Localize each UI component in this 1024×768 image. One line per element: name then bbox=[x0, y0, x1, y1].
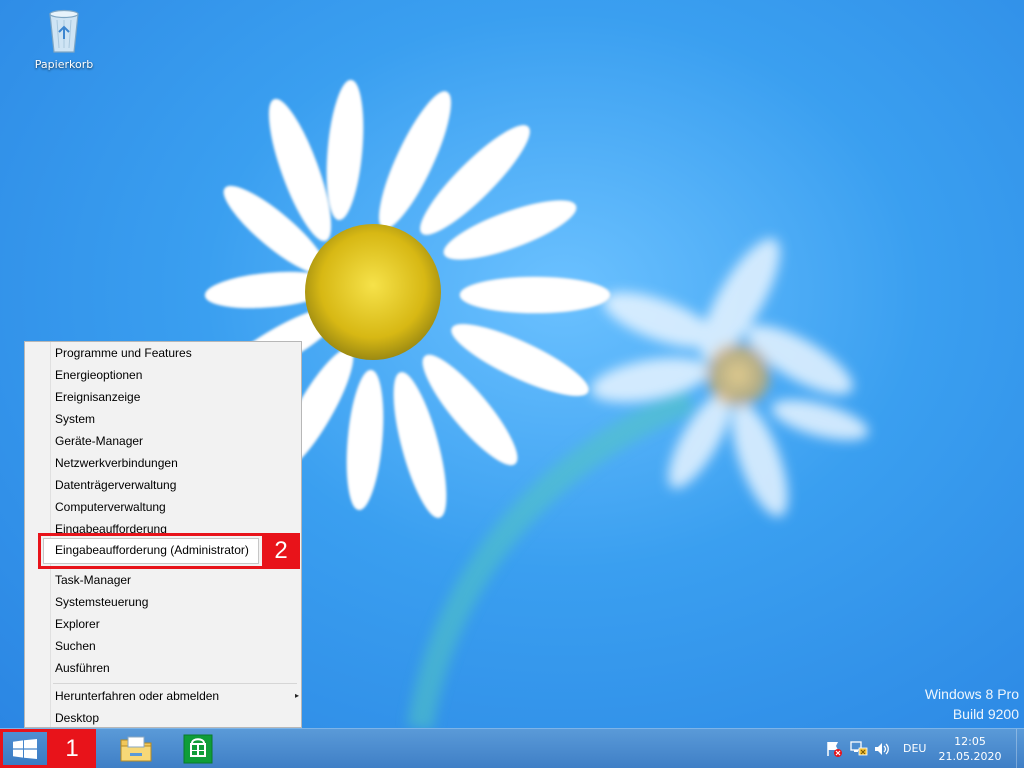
store-icon bbox=[183, 734, 213, 764]
menu-item-system[interactable]: System bbox=[55, 409, 295, 429]
menu-separator bbox=[53, 683, 297, 684]
windows-logo-icon bbox=[13, 739, 37, 759]
menu-item-disk-management[interactable]: Datenträgerverwaltung bbox=[55, 475, 295, 495]
menu-item-desktop[interactable]: Desktop bbox=[55, 708, 295, 728]
volume-icon[interactable] bbox=[873, 740, 891, 758]
network-icon[interactable] bbox=[850, 740, 868, 758]
menu-item-network-connections[interactable]: Netzwerkverbindungen bbox=[55, 453, 295, 473]
file-explorer-icon bbox=[120, 736, 152, 762]
clock-time: 12:05 bbox=[954, 735, 986, 748]
menu-item-device-manager[interactable]: Geräte-Manager bbox=[55, 431, 295, 451]
desktop-icon-label: Papierkorb bbox=[34, 58, 94, 71]
menu-item-task-manager[interactable]: Task-Manager bbox=[55, 570, 295, 590]
menu-item-programs-features[interactable]: Programme und Features bbox=[55, 343, 295, 363]
daisy-center bbox=[305, 224, 441, 360]
taskbar-store-button[interactable] bbox=[176, 731, 220, 766]
show-desktop-button[interactable] bbox=[1016, 729, 1024, 768]
menu-item-command-prompt-admin[interactable]: Eingabeaufforderung (Administrator) bbox=[55, 540, 249, 560]
recycle-bin-icon bbox=[49, 9, 79, 53]
taskbar-clock[interactable]: 12:05 21.05.2020 bbox=[938, 734, 1002, 764]
watermark-build: Build 9200 bbox=[952, 706, 1019, 722]
windows-version-watermark: Windows 8 Pro Build 9200 bbox=[925, 684, 1019, 724]
menu-item-computer-management[interactable]: Computerverwaltung bbox=[55, 497, 295, 517]
start-button[interactable] bbox=[0, 729, 50, 768]
menu-item-power-options[interactable]: Energieoptionen bbox=[55, 365, 295, 385]
menu-item-label: Herunterfahren oder abmelden bbox=[55, 689, 220, 703]
clock-date: 21.05.2020 bbox=[938, 750, 1002, 763]
annotation-step-2-badge: 2 bbox=[262, 533, 300, 569]
taskbar-file-explorer-button[interactable] bbox=[113, 731, 157, 766]
menu-item-search[interactable]: Suchen bbox=[55, 636, 295, 656]
desktop-icon-recycle-bin[interactable]: Papierkorb bbox=[28, 6, 100, 71]
annotation-step-1-badge: 1 bbox=[48, 729, 96, 768]
watermark-edition: Windows 8 Pro bbox=[924, 686, 1019, 702]
input-language-indicator[interactable]: DEU bbox=[903, 742, 926, 755]
menu-item-explorer[interactable]: Explorer bbox=[55, 614, 295, 634]
menu-item-run[interactable]: Ausführen bbox=[55, 658, 295, 678]
menu-item-control-panel[interactable]: Systemsteuerung bbox=[55, 592, 295, 612]
taskbar: 1 DEU 12:05 21.05.2020 bbox=[0, 728, 1024, 768]
submenu-arrow-icon: ▸ bbox=[294, 691, 299, 700]
menu-item-event-viewer[interactable]: Ereignisanzeige bbox=[55, 387, 295, 407]
action-center-flag-icon[interactable] bbox=[825, 740, 843, 758]
menu-item-shutdown-signout[interactable]: Herunterfahren oder abmelden ▸ bbox=[55, 686, 299, 706]
